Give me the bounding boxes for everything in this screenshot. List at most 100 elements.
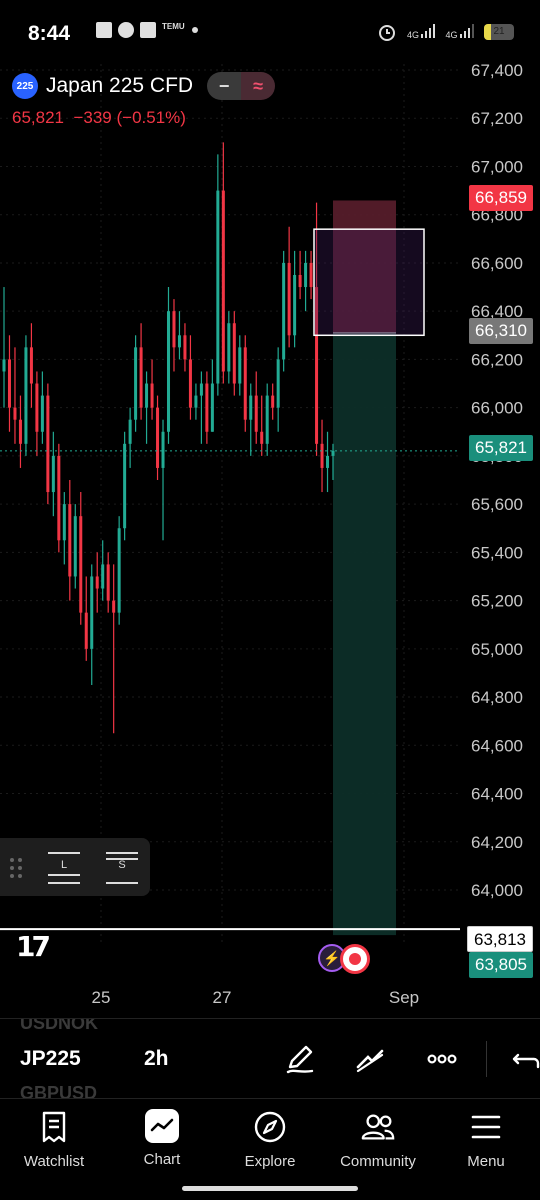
nav-community[interactable]: Community [328, 1109, 428, 1179]
candle-body [84, 612, 88, 649]
candle-body [216, 190, 220, 384]
candle-body [106, 564, 110, 601]
candle-body [156, 407, 160, 468]
time-label: 25 [91, 988, 111, 1007]
candle-body [101, 564, 105, 589]
candle-body [287, 262, 291, 336]
price-tick-label: 64,800 [471, 688, 523, 707]
time-label: Sep [388, 988, 420, 1007]
candle-body [57, 455, 61, 541]
nav-menu[interactable]: Menu [436, 1109, 536, 1179]
symbol-name[interactable]: Japan 225 CFD [46, 74, 193, 98]
position-tools-panel: L S [0, 838, 150, 896]
candle-body [227, 323, 231, 372]
system-icons: 4G 4G 21 [377, 22, 514, 42]
undo-icon[interactable] [510, 1043, 540, 1075]
nav-chart[interactable]: Chart [112, 1109, 212, 1179]
candle-body [7, 359, 11, 408]
candle-body [254, 395, 258, 432]
signal-bars-icon [421, 24, 436, 38]
candle-body [90, 576, 94, 649]
status-bar: 8:44 TEMU 4G 4G 21 [0, 0, 540, 64]
price-tick-label: 67,200 [471, 109, 523, 128]
home-indicator[interactable] [182, 1186, 358, 1191]
candle-body [24, 347, 28, 444]
candle-body [166, 311, 171, 432]
trendline-icon[interactable] [354, 1043, 386, 1075]
price-tick-label: 64,000 [471, 881, 523, 900]
candle-body [117, 528, 121, 613]
candle-body [172, 311, 176, 348]
candle-body [73, 516, 77, 577]
stop-loss-price-label: 66,859 [469, 185, 533, 211]
candle-body [161, 431, 165, 468]
target-price-label: 63,805 [469, 952, 533, 978]
candle-body [232, 323, 236, 384]
nav-label: Explore [244, 1153, 296, 1170]
candle-body [265, 395, 269, 444]
candle-body [243, 347, 247, 420]
entry-price-label: 66,310 [469, 318, 533, 344]
pencil-icon[interactable] [284, 1043, 316, 1075]
long-position-button[interactable]: L [46, 848, 82, 886]
network-type-label: 4G [445, 30, 458, 40]
crosshair-price-label: 63,813 [467, 926, 533, 952]
candle-body [51, 455, 55, 493]
symbol-selector[interactable]: JP225 [20, 1047, 81, 1071]
candle-body [46, 395, 50, 493]
nav-watchlist[interactable]: Watchlist [4, 1109, 104, 1179]
more-icon[interactable] [426, 1043, 458, 1075]
drag-handle-icon[interactable] [10, 858, 24, 878]
compass-icon [252, 1109, 288, 1145]
take-profit-zone [333, 332, 396, 936]
change-value: −339 [73, 108, 112, 127]
candle-body [95, 576, 99, 589]
candle-body [183, 335, 187, 360]
candle-body [331, 450, 335, 456]
price-tick-label: 65,400 [471, 543, 523, 562]
price-tick-label: 67,400 [471, 64, 523, 80]
short-position-button[interactable]: S [104, 848, 140, 886]
record-icon[interactable] [340, 944, 370, 974]
candle-body [326, 455, 330, 468]
symbol-header[interactable]: 225 Japan 225 CFD − ≈ [12, 72, 276, 100]
price-tick-label: 65,200 [471, 592, 523, 611]
candle-body [150, 383, 154, 408]
candle-body [68, 504, 72, 577]
nav-label: Watchlist [23, 1153, 85, 1170]
candle-body [210, 383, 214, 432]
symbol-toolbar: USDNOK JP225 2h GBPUSD [0, 1018, 540, 1098]
collapse-icon[interactable]: − [207, 72, 242, 100]
nav-label: Community [340, 1153, 416, 1170]
candle-body [139, 347, 143, 408]
candle-body [188, 359, 192, 408]
toolbar-divider [486, 1041, 487, 1077]
candle-body [304, 262, 308, 288]
change-percent: (−0.51%) [116, 108, 186, 127]
community-icon [360, 1109, 396, 1145]
previous-symbol[interactable]: USDNOK [20, 1019, 98, 1034]
interval-selector[interactable]: 2h [144, 1047, 169, 1071]
price-tick-label: 66,600 [471, 254, 523, 273]
candle-body [320, 443, 324, 468]
candle-body [145, 383, 149, 408]
nav-explore[interactable]: Explore [220, 1109, 320, 1179]
battery-level: 21 [493, 26, 505, 37]
candle-body [276, 359, 280, 408]
price-tick-label: 64,200 [471, 833, 523, 852]
symbol-actions: − ≈ [207, 72, 276, 100]
nav-label: Menu [467, 1153, 505, 1170]
candle-body [123, 443, 127, 529]
signal-bars-icon [460, 24, 474, 38]
next-symbol[interactable]: GBPUSD [20, 1083, 97, 1098]
candle-body [249, 395, 253, 420]
facebook-icon [96, 22, 112, 38]
price-tick-label: 67,000 [471, 157, 523, 176]
compare-icon[interactable]: ≈ [241, 72, 276, 100]
price-tick-label: 65,000 [471, 640, 523, 659]
chart-icon [145, 1109, 179, 1143]
candle-body [128, 419, 132, 444]
symbol-logo: 225 [12, 73, 38, 99]
time-axis: 25 27 Sep [0, 988, 540, 1010]
short-position-label: S [118, 859, 126, 871]
